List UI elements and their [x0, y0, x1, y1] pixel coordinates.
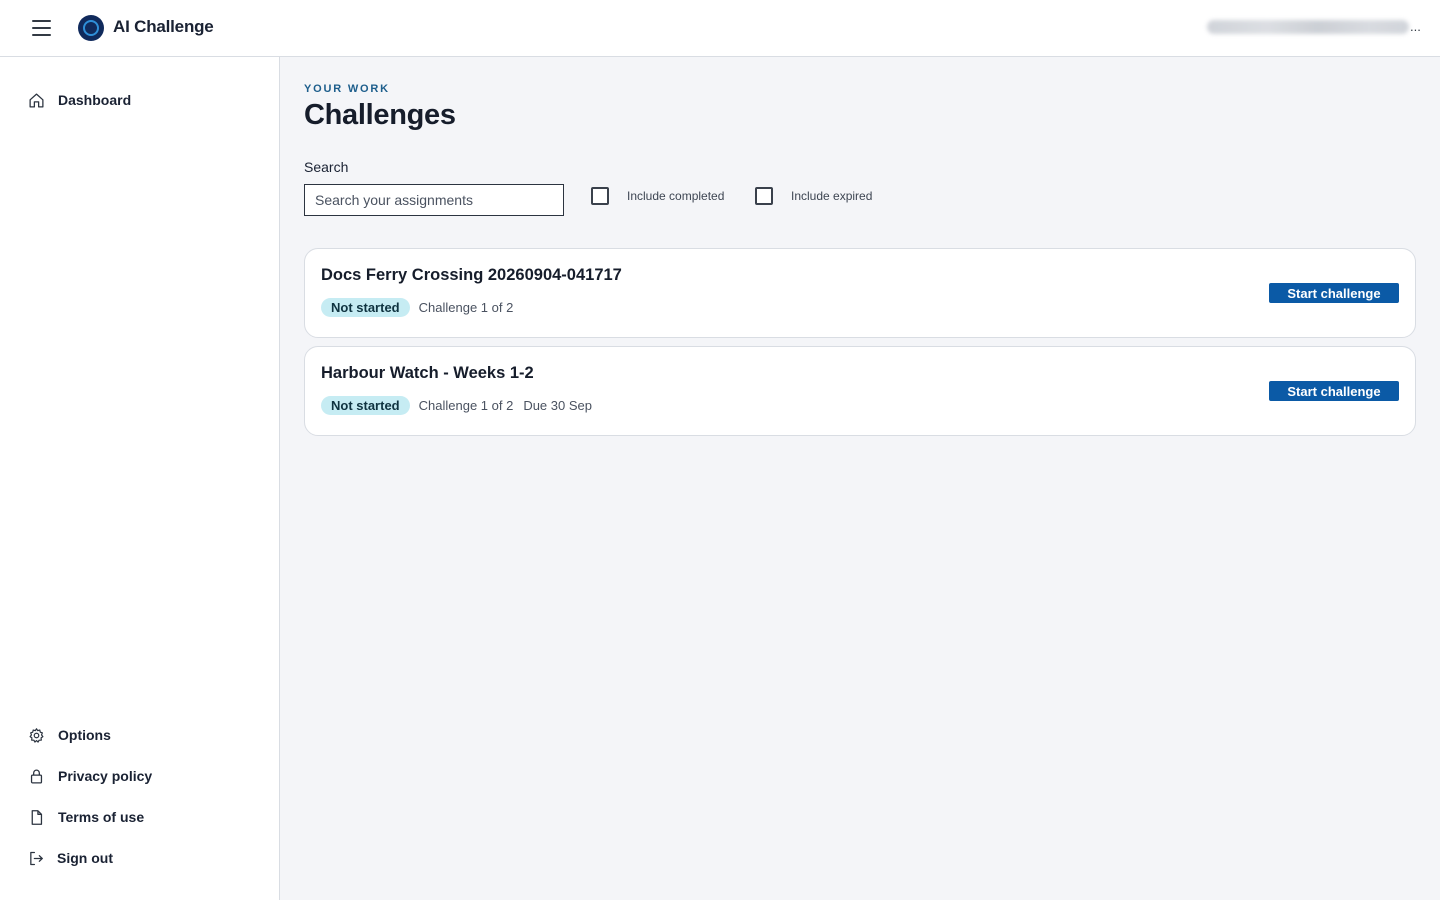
- lock-icon: [30, 769, 43, 784]
- sign-out-icon: [30, 851, 43, 865]
- hamburger-menu-icon[interactable]: [30, 17, 54, 39]
- sidebar: Dashboard Options Privacy policy Terms o…: [0, 57, 280, 900]
- search-input[interactable]: [304, 184, 564, 216]
- home-icon: [29, 92, 44, 108]
- assignment-due-date: Due 30 Sep: [523, 398, 592, 413]
- assignment-card: Harbour Watch - Weeks 1-2 Not started Ch…: [304, 346, 1416, 436]
- sidebar-item-options[interactable]: Options: [28, 724, 111, 746]
- user-account-name-blurred[interactable]: [1207, 20, 1409, 34]
- include-expired-checkbox[interactable]: Include expired: [755, 187, 872, 205]
- sidebar-item-sign-out[interactable]: Sign out: [28, 847, 113, 869]
- main-content: YOUR WORK Challenges Search Include comp…: [280, 57, 1440, 900]
- assignment-card: Docs Ferry Crossing 20260904-041717 Not …: [304, 248, 1416, 338]
- sidebar-item-label: Dashboard: [58, 92, 132, 108]
- assignment-meta: Not started Challenge 1 of 2 Due 30 Sep: [321, 396, 592, 415]
- app-logo: [78, 15, 104, 41]
- status-badge: Not started: [321, 396, 410, 415]
- start-challenge-button[interactable]: Start challenge: [1269, 283, 1399, 303]
- sidebar-item-privacy-policy[interactable]: Privacy policy: [28, 765, 152, 787]
- assignment-meta: Not started Challenge 1 of 2: [321, 298, 513, 317]
- top-bar: AI Challenge ...: [0, 0, 1440, 57]
- document-icon: [31, 809, 43, 825]
- gear-icon: [29, 727, 44, 743]
- sidebar-item-terms-of-use[interactable]: Terms of use: [28, 806, 144, 828]
- assignment-title: Harbour Watch - Weeks 1-2: [321, 364, 534, 382]
- assignment-progress: Challenge 1 of 2: [418, 300, 514, 315]
- status-badge: Not started: [321, 298, 410, 317]
- checkbox-label: Include expired: [791, 189, 873, 203]
- app-title: AI Challenge: [113, 17, 214, 36]
- sidebar-item-label: Sign out: [57, 850, 113, 866]
- sidebar-item-label: Terms of use: [58, 809, 145, 825]
- start-challenge-button[interactable]: Start challenge: [1269, 381, 1399, 401]
- search-label: Search: [304, 159, 349, 175]
- checkbox-box[interactable]: [755, 187, 773, 205]
- assignment-title: Docs Ferry Crossing 20260904-041717: [321, 266, 622, 284]
- sidebar-item-label: Options: [58, 727, 111, 743]
- page-eyebrow: YOUR WORK: [304, 83, 390, 95]
- sidebar-item-label: Privacy policy: [58, 768, 153, 784]
- user-menu-ellipsis[interactable]: ...: [1410, 19, 1421, 34]
- assignment-progress: Challenge 1 of 2: [418, 398, 514, 413]
- include-completed-checkbox[interactable]: Include completed: [591, 187, 724, 205]
- checkbox-box[interactable]: [591, 187, 609, 205]
- page-title: Challenges: [304, 99, 456, 131]
- checkbox-label: Include completed: [627, 189, 725, 203]
- sidebar-item-dashboard[interactable]: Dashboard: [28, 89, 131, 111]
